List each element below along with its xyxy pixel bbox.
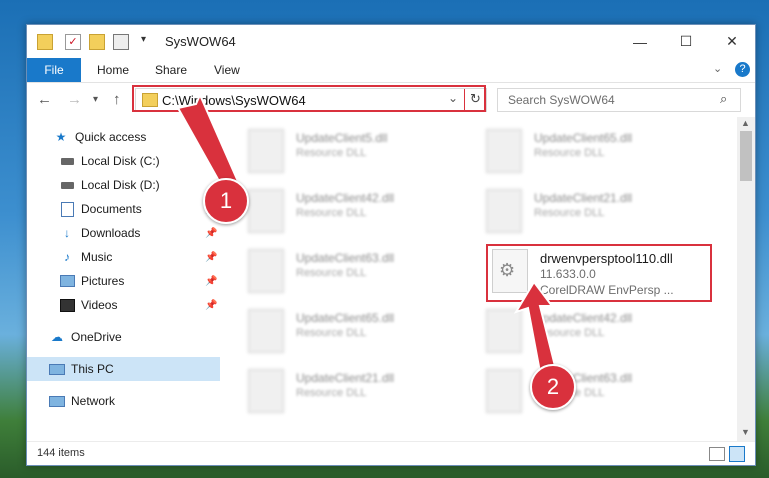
- annotation-arrows: [176, 92, 558, 374]
- step-1-badge: 1: [203, 178, 249, 224]
- arrow-1: [176, 92, 242, 192]
- arrow-2: [513, 280, 558, 374]
- step-2-badge: 2: [530, 364, 576, 410]
